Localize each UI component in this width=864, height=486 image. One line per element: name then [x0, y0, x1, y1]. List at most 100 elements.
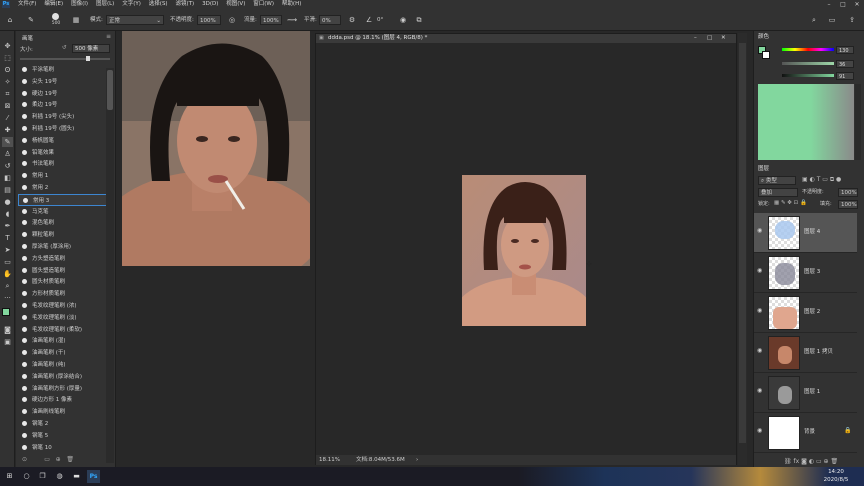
brush-preset-item[interactable]: 尖头 19号 [18, 76, 114, 88]
painting-canvas[interactable] [454, 175, 594, 353]
healing-brush-tool-icon[interactable]: ✚ [2, 125, 13, 135]
symmetry-icon[interactable]: ⧉ [413, 14, 425, 26]
red-slider[interactable] [782, 48, 834, 51]
doc-close-icon[interactable]: ✕ [721, 34, 726, 43]
brush-preset-item[interactable]: 常用 3 [18, 193, 114, 206]
angle-value[interactable]: 0° [377, 15, 383, 25]
blur-tool-icon[interactable]: ● [2, 197, 13, 207]
home-icon[interactable]: ⌂ [4, 14, 16, 26]
layers-footer-icons[interactable]: ⛓ fx ◙ ◐ ▭ ⊕ 🗑 [784, 458, 838, 465]
brush-preset-item[interactable]: 柔边 19号 [18, 99, 114, 111]
brush-preset-item[interactable]: 利插 19号 (圆头) [18, 123, 114, 135]
layer-row-1-copy[interactable]: ◉ 图层 1 拷贝 [754, 333, 857, 373]
menu-view[interactable]: 视图(V) [226, 0, 245, 9]
opacity-field[interactable]: 100% [197, 15, 221, 25]
layer-name[interactable]: 图层 1 [804, 387, 820, 395]
brush-preset-item[interactable]: 平涂笔刷 [18, 64, 114, 76]
brush-preset-item[interactable]: 利插 19号 (尖头) [18, 111, 114, 123]
screen-mode-icon[interactable]: ▣ [2, 337, 13, 347]
eyedropper-tool-icon[interactable]: ⁄ [2, 113, 13, 123]
brush-preset-item[interactable]: 钢笔 10 [18, 442, 114, 454]
zoom-tool-icon[interactable]: ⌕ [2, 281, 13, 291]
move-tool-icon[interactable]: ✥ [2, 41, 13, 51]
brush-preset-item[interactable]: 油画笔刷 (纯) [18, 359, 114, 371]
lock-icons[interactable]: ▦ ✎ ✥ ⊡ 🔒 [774, 200, 807, 206]
status-menu-arrow-icon[interactable]: › [416, 455, 418, 465]
brush-panel-tab[interactable]: 画笔 [22, 34, 33, 42]
menu-select[interactable]: 选择(S) [149, 0, 168, 9]
menu-3d[interactable]: 3D(D) [202, 0, 218, 9]
history-brush-tool-icon[interactable]: ↺ [2, 161, 13, 171]
brush-preset-item[interactable]: 钢笔 2 [18, 418, 114, 430]
brush-tool-preset-icon[interactable]: ✎ [24, 14, 38, 26]
brush-preset-item[interactable]: 常用 1 [18, 170, 114, 182]
color-panel-scrollbar[interactable] [855, 84, 861, 160]
brush-size-field[interactable]: 500 像素 [72, 44, 110, 53]
menu-edit[interactable]: 编辑(E) [44, 0, 63, 9]
layer-kind-filter[interactable]: ⌕ 类型 [758, 176, 796, 185]
menu-image[interactable]: 图像(I) [71, 0, 88, 9]
layers-panel-tab[interactable]: 图层 [758, 165, 769, 173]
brush-list-scrollbar[interactable] [106, 68, 114, 463]
brush-preset-item[interactable]: 铅笔效果 [18, 147, 114, 159]
visibility-eye-icon[interactable]: ◉ [757, 427, 765, 435]
search-icon[interactable]: ⌕ [808, 14, 820, 26]
brush-size-slider-handle[interactable] [86, 56, 90, 61]
layer-row-2[interactable]: ◉ 图层 2 [754, 293, 857, 333]
brush-preset-item[interactable]: 圆头材质笔刷 [18, 276, 114, 288]
share-icon[interactable]: ⇪ [846, 14, 858, 26]
task-view-icon[interactable]: ❐ [36, 470, 49, 483]
layer-row-1[interactable]: ◉ 图层 1 [754, 373, 857, 413]
gradient-tool-icon[interactable]: ▤ [2, 185, 13, 195]
brush-preset-item[interactable]: 钢笔 5 [18, 430, 114, 442]
brush-preset-item[interactable]: 书法笔刷 [18, 158, 114, 170]
layer-name[interactable]: 背景 [804, 427, 815, 435]
brush-preset-item[interactable]: 硬边 19号 [18, 88, 114, 100]
brush-preset-item[interactable]: 杨帆圆笔 [18, 135, 114, 147]
brush-tool-icon[interactable]: ✎ [2, 137, 13, 147]
brush-preset-item[interactable]: 常用 2 [18, 182, 114, 194]
menu-file[interactable]: 文件(F) [18, 0, 36, 9]
color-bg-swatch[interactable] [762, 51, 770, 59]
brush-preset-item[interactable]: 油画笔刷 (厚涂结合) [18, 371, 114, 383]
brush-preset-item[interactable]: 毛发纹理笔刷 (淡) [18, 312, 114, 324]
brush-preset-item[interactable]: 硬边方形 1 像素 [18, 394, 114, 406]
visibility-eye-icon[interactable]: ◉ [757, 227, 765, 235]
photoshop-taskbar-icon[interactable]: Ps [87, 470, 100, 483]
layer-opacity-field[interactable]: 100% [838, 188, 858, 197]
photoshop-app-icon[interactable]: Ps [2, 1, 10, 8]
reset-size-icon[interactable]: ↺ [62, 45, 67, 51]
visibility-eye-icon[interactable]: ◉ [757, 307, 765, 315]
brush-preset-item[interactable]: 混色笔刷 [18, 217, 114, 229]
menu-window[interactable]: 窗口(W) [253, 0, 274, 9]
brush-preset-item[interactable]: 油画刷线笔刷 [18, 406, 114, 418]
type-tool-icon[interactable]: T [2, 233, 13, 243]
brush-preset-item[interactable]: 圆头塑造笔刷 [18, 265, 114, 277]
brush-preset-item[interactable]: 毛发纹理笔刷 (柔软) [18, 324, 114, 336]
mode-select[interactable]: 正常 ⌄ [106, 15, 164, 25]
zoom-level[interactable]: 18.11% [319, 455, 340, 465]
brush-preset-item[interactable]: 油画笔刷方形 (厚量) [18, 383, 114, 395]
menu-type[interactable]: 文字(Y) [122, 0, 141, 9]
brush-settings-panel-icon[interactable]: ▦ [70, 14, 82, 26]
visibility-eye-icon[interactable]: ◉ [757, 387, 765, 395]
layer-filter-icons[interactable]: ▣ ◐ T ▭ ⧉ ● [802, 176, 841, 184]
layer-name[interactable]: 图层 3 [804, 267, 820, 275]
layer-name[interactable]: 图层 1 拷贝 [804, 347, 833, 355]
hand-tool-icon[interactable]: ✋ [2, 269, 13, 279]
path-selection-tool-icon[interactable]: ➤ [2, 245, 13, 255]
green-slider[interactable] [782, 62, 834, 65]
workspace-icon[interactable]: ▭ [826, 14, 838, 26]
brush-preset-item[interactable]: 油画笔刷 (干) [18, 347, 114, 359]
clone-stamp-tool-icon[interactable]: ♙ [2, 149, 13, 159]
eraser-tool-icon[interactable]: ◧ [2, 173, 13, 183]
document-tab[interactable]: ▣ ddda.psd @ 18.1% (图层 4, RGB/8) * – □ ✕ [316, 34, 736, 43]
brush-size-slider[interactable] [20, 58, 110, 60]
folder-icon[interactable]: ▬ [70, 470, 83, 483]
search-icon[interactable]: ○ [20, 470, 33, 483]
smoothing-options-gear-icon[interactable]: ⚙ [346, 14, 358, 26]
lasso-tool-icon[interactable]: ʘ [2, 65, 13, 75]
start-icon[interactable]: ⊞ [3, 470, 16, 483]
pressure-opacity-icon[interactable]: ◎ [226, 14, 238, 26]
close-icon[interactable]: ✕ [850, 0, 864, 9]
